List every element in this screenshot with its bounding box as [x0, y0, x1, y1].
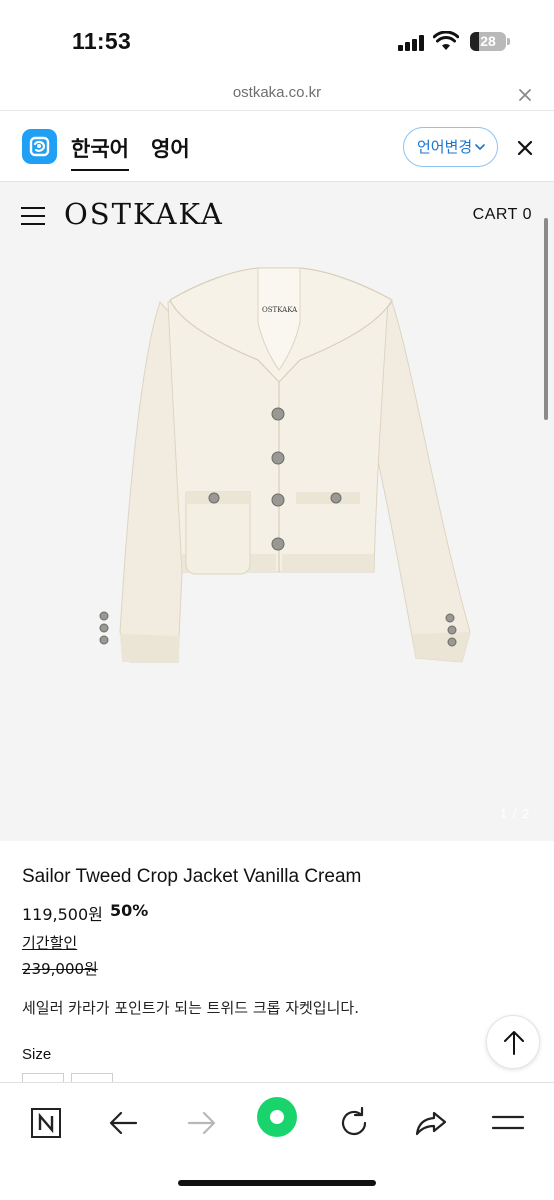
tab-korean[interactable]: 한국어: [71, 133, 129, 171]
jacket-illustration: OSTKAKA: [99, 267, 471, 663]
tab-english[interactable]: 영어: [151, 133, 190, 163]
original-price: 239,000원: [22, 960, 98, 978]
translate-bar: 한국어 영어 언어변경: [0, 111, 554, 182]
language-change-button[interactable]: 언어변경: [403, 127, 498, 167]
battery-level: 28: [480, 33, 496, 49]
scroll-top-button[interactable]: [486, 1015, 540, 1069]
arrow-up-icon: [504, 1031, 524, 1055]
green-dot-button[interactable]: [255, 1095, 299, 1139]
url-close-icon[interactable]: [516, 86, 534, 104]
site-header: OSTKAKA CART 0: [0, 182, 554, 242]
back-arrow-icon: [109, 1111, 138, 1135]
hamburger-menu-icon[interactable]: [21, 207, 45, 225]
site-logo[interactable]: OSTKAKA: [64, 197, 224, 231]
product-image[interactable]: OSTKAKA 1 / 2: [0, 242, 554, 841]
sale-price: 119,500원: [22, 905, 103, 924]
share-button[interactable]: [409, 1101, 453, 1145]
scrollbar[interactable]: [544, 218, 548, 420]
menu-icon: [491, 1115, 525, 1130]
forward-arrow-icon: [187, 1111, 216, 1135]
signal-icon: [398, 35, 426, 51]
product-name: Sailor Tweed Crop Jacket Vanilla Cream: [22, 866, 362, 887]
naver-n-icon: [31, 1108, 61, 1138]
product-description: 세일러 카라가 포인트가 되는 트위드 크롭 자켓입니다.: [22, 999, 359, 1017]
battery-tip: [507, 38, 510, 45]
green-dot-icon: [257, 1097, 297, 1137]
discount-rate: 50%: [110, 901, 149, 920]
image-counter: 1 / 2: [500, 806, 531, 821]
refresh-icon: [341, 1106, 367, 1136]
share-icon: [415, 1111, 447, 1136]
size-label: Size: [22, 1046, 52, 1063]
status-time: 11:53: [72, 28, 132, 54]
url-text[interactable]: ostkaka.co.kr: [0, 84, 554, 101]
url-bar[interactable]: ostkaka.co.kr: [0, 78, 554, 111]
papago-icon[interactable]: [22, 129, 57, 164]
period-sale-label: 기간할인: [22, 934, 78, 952]
naver-n-button[interactable]: [24, 1101, 68, 1145]
menu-button[interactable]: [486, 1101, 530, 1145]
status-bar: 11:53 28: [0, 0, 554, 78]
language-change-label: 언어변경: [417, 138, 473, 156]
translate-close-icon[interactable]: [516, 139, 534, 157]
forward-button[interactable]: [179, 1101, 223, 1145]
refresh-button[interactable]: [332, 1101, 376, 1145]
chevron-down-icon: [475, 144, 485, 150]
home-indicator[interactable]: [178, 1180, 376, 1186]
back-button[interactable]: [102, 1101, 146, 1145]
jacket-label: OSTKAKA: [262, 306, 298, 314]
cart-link[interactable]: CART 0: [473, 206, 532, 224]
battery-icon: 28: [470, 32, 506, 51]
wifi-icon: [433, 31, 459, 50]
